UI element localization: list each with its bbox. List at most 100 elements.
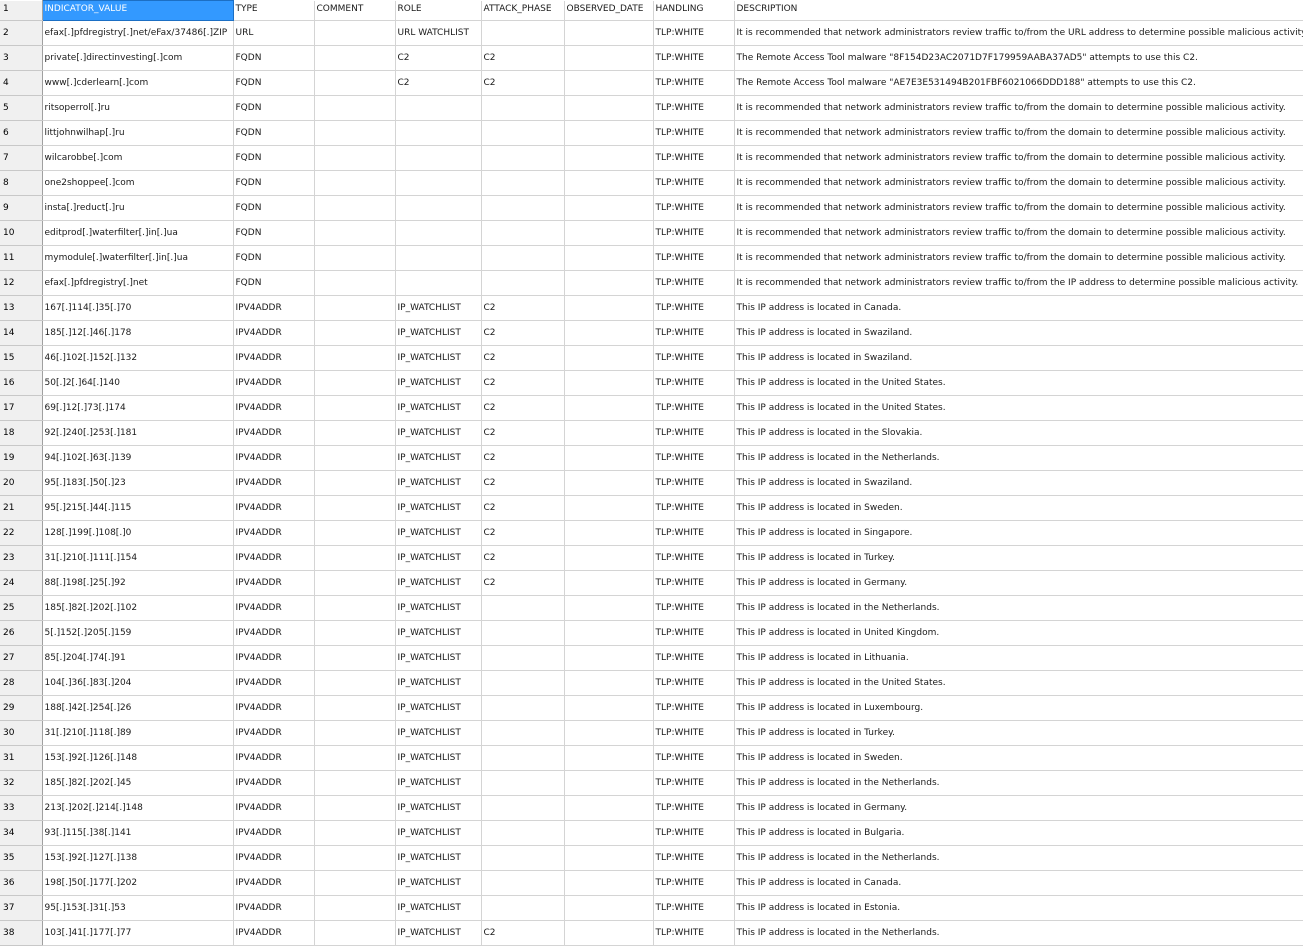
cell-role[interactable]: IP_WATCHLIST [395, 420, 482, 446]
cell-type[interactable]: IPV4ADDR [233, 670, 315, 696]
cell-description[interactable]: This IP address is located in Singapore. [734, 520, 1303, 546]
cell-indicator-value[interactable]: insta[.]reduct[.]ru [42, 195, 234, 221]
cell-description[interactable]: This IP address is located in Turkey. [734, 545, 1303, 571]
cell-type[interactable]: URL [233, 20, 315, 46]
cell-description[interactable]: This IP address is located in United Kin… [734, 620, 1303, 646]
cell-attack-phase[interactable]: C2 [481, 520, 565, 546]
cell-indicator-value[interactable]: editprod[.]waterfilter[.]in[.]ua [42, 220, 234, 246]
cell-comment[interactable] [314, 20, 396, 46]
cell-observed-date[interactable] [564, 745, 654, 771]
cell-observed-date[interactable] [564, 20, 654, 46]
cell-handling[interactable]: TLP:WHITE [653, 770, 735, 796]
cell-comment[interactable] [314, 470, 396, 496]
cell-handling[interactable]: TLP:WHITE [653, 670, 735, 696]
cell-type[interactable]: IPV4ADDR [233, 870, 315, 896]
cell-comment[interactable] [314, 445, 396, 471]
header-cell-indicator-value[interactable]: INDICATOR_VALUE [41, 0, 234, 21]
cell-handling[interactable]: TLP:WHITE [653, 170, 735, 196]
cell-comment[interactable] [314, 895, 396, 921]
cell-role[interactable]: IP_WATCHLIST [395, 770, 482, 796]
row-number[interactable]: 17 [0, 395, 43, 421]
cell-type[interactable]: IPV4ADDR [233, 295, 315, 321]
cell-observed-date[interactable] [564, 95, 654, 121]
cell-description[interactable]: This IP address is located in the Slovak… [734, 420, 1303, 446]
cell-type[interactable]: IPV4ADDR [233, 420, 315, 446]
cell-indicator-value[interactable]: 95[.]153[.]31[.]53 [42, 895, 234, 921]
cell-role[interactable]: IP_WATCHLIST [395, 820, 482, 846]
cell-handling[interactable]: TLP:WHITE [653, 595, 735, 621]
cell-handling[interactable]: TLP:WHITE [653, 395, 735, 421]
cell-comment[interactable] [314, 595, 396, 621]
cell-indicator-value[interactable]: 185[.]82[.]202[.]45 [42, 770, 234, 796]
row-number[interactable]: 3 [0, 45, 43, 71]
cell-attack-phase[interactable] [481, 95, 565, 121]
cell-type[interactable]: IPV4ADDR [233, 920, 315, 946]
cell-handling[interactable]: TLP:WHITE [653, 520, 735, 546]
cell-description[interactable]: This IP address is located in the United… [734, 370, 1303, 396]
cell-description[interactable]: It is recommended that network administr… [734, 170, 1303, 196]
cell-attack-phase[interactable] [481, 695, 565, 721]
row-number[interactable]: 9 [0, 195, 43, 221]
cell-indicator-value[interactable]: 185[.]12[.]46[.]178 [42, 320, 234, 346]
cell-description[interactable]: It is recommended that network administr… [734, 245, 1303, 271]
cell-indicator-value[interactable]: one2shoppee[.]com [42, 170, 234, 196]
cell-attack-phase[interactable] [481, 645, 565, 671]
cell-attack-phase[interactable]: C2 [481, 495, 565, 521]
cell-attack-phase[interactable]: C2 [481, 70, 565, 96]
cell-type[interactable]: IPV4ADDR [233, 320, 315, 346]
cell-handling[interactable]: TLP:WHITE [653, 695, 735, 721]
row-number[interactable]: 28 [0, 670, 43, 696]
cell-type[interactable]: IPV4ADDR [233, 570, 315, 596]
cell-comment[interactable] [314, 845, 396, 871]
cell-observed-date[interactable] [564, 345, 654, 371]
cell-role[interactable]: IP_WATCHLIST [395, 895, 482, 921]
cell-role[interactable]: C2 [395, 45, 482, 71]
cell-handling[interactable]: TLP:WHITE [653, 45, 735, 71]
cell-attack-phase[interactable]: C2 [481, 345, 565, 371]
cell-indicator-value[interactable]: littjohnwilhap[.]ru [42, 120, 234, 146]
cell-observed-date[interactable] [564, 445, 654, 471]
cell-role[interactable] [395, 95, 482, 121]
cell-role[interactable]: IP_WATCHLIST [395, 620, 482, 646]
cell-type[interactable]: FQDN [233, 45, 315, 71]
cell-type[interactable]: FQDN [233, 170, 315, 196]
cell-role[interactable]: IP_WATCHLIST [395, 445, 482, 471]
cell-description[interactable]: It is recommended that network administr… [734, 20, 1303, 46]
cell-comment[interactable] [314, 620, 396, 646]
cell-comment[interactable] [314, 420, 396, 446]
row-number[interactable]: 31 [0, 745, 43, 771]
row-number[interactable]: 24 [0, 570, 43, 596]
cell-observed-date[interactable] [564, 420, 654, 446]
cell-attack-phase[interactable]: C2 [481, 295, 565, 321]
cell-attack-phase[interactable] [481, 120, 565, 146]
cell-indicator-value[interactable]: 5[.]152[.]205[.]159 [42, 620, 234, 646]
row-number[interactable]: 22 [0, 520, 43, 546]
cell-role[interactable]: IP_WATCHLIST [395, 670, 482, 696]
cell-attack-phase[interactable] [481, 720, 565, 746]
cell-handling[interactable]: TLP:WHITE [653, 570, 735, 596]
cell-indicator-value[interactable]: wilcarobbe[.]com [42, 145, 234, 171]
cell-comment[interactable] [314, 195, 396, 221]
cell-indicator-value[interactable]: 92[.]240[.]253[.]181 [42, 420, 234, 446]
cell-comment[interactable] [314, 145, 396, 171]
cell-role[interactable]: IP_WATCHLIST [395, 920, 482, 946]
cell-type[interactable]: FQDN [233, 270, 315, 296]
cell-attack-phase[interactable]: C2 [481, 470, 565, 496]
row-number[interactable]: 23 [0, 545, 43, 571]
cell-type[interactable]: IPV4ADDR [233, 520, 315, 546]
cell-handling[interactable]: TLP:WHITE [653, 195, 735, 221]
cell-role[interactable]: IP_WATCHLIST [395, 470, 482, 496]
cell-role[interactable]: IP_WATCHLIST [395, 395, 482, 421]
row-number[interactable]: 15 [0, 345, 43, 371]
cell-handling[interactable]: TLP:WHITE [653, 370, 735, 396]
cell-observed-date[interactable] [564, 145, 654, 171]
cell-type[interactable]: IPV4ADDR [233, 895, 315, 921]
row-number[interactable]: 7 [0, 145, 43, 171]
cell-description[interactable]: The Remote Access Tool malware "8F154D23… [734, 45, 1303, 71]
cell-type[interactable]: IPV4ADDR [233, 345, 315, 371]
cell-observed-date[interactable] [564, 895, 654, 921]
cell-role[interactable]: IP_WATCHLIST [395, 570, 482, 596]
cell-role[interactable]: IP_WATCHLIST [395, 495, 482, 521]
cell-role[interactable] [395, 120, 482, 146]
cell-handling[interactable]: TLP:WHITE [653, 245, 735, 271]
